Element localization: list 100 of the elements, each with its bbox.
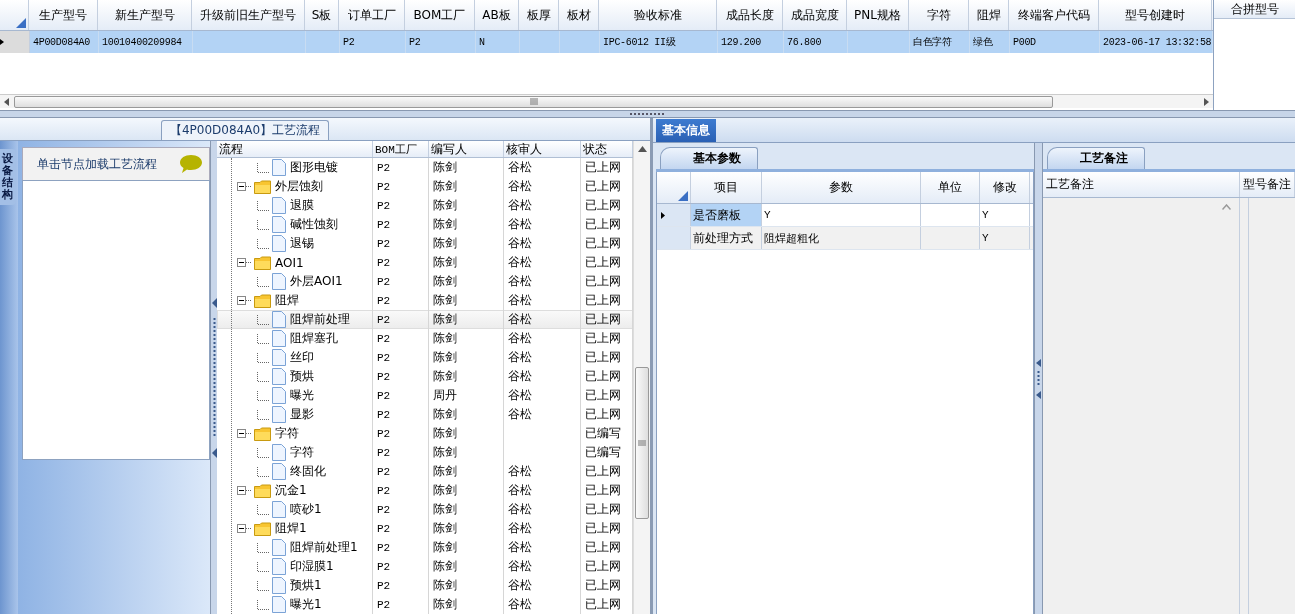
tree-item[interactable]: 预烘 (288, 368, 316, 385)
tree-item[interactable]: 显影 (288, 406, 316, 423)
side-tab[interactable]: 设备结构 (0, 149, 16, 206)
expander-icon[interactable] (237, 524, 252, 533)
column-header[interactable]: 型号创建时 (1099, 0, 1212, 30)
column-header[interactable]: 型号备注 (1240, 172, 1295, 197)
tree-item[interactable]: 碱性蚀刻 (288, 216, 340, 233)
folder-icon (254, 483, 271, 498)
tree-item[interactable]: 终固化 (288, 463, 328, 480)
table-cell: Y (980, 204, 1030, 226)
document-icon (272, 558, 286, 575)
tree-item[interactable]: 丝印 (288, 349, 316, 366)
column-header[interactable]: 升级前旧生产型号 (192, 0, 305, 30)
table-cell: 陈剑 (433, 463, 457, 480)
document-icon (272, 273, 286, 290)
table-cell: 陈剑 (433, 254, 457, 271)
expander-icon[interactable] (237, 182, 252, 191)
tree-item[interactable]: 预烘1 (288, 577, 324, 594)
document-icon (272, 463, 286, 480)
tree-item[interactable]: 曝光1 (288, 596, 324, 613)
table-cell: P2 (406, 31, 476, 53)
tab[interactable]: 工艺备注 (1047, 147, 1145, 169)
splitter[interactable] (210, 141, 217, 614)
tree-item[interactable]: 外层AOI1 (288, 273, 345, 290)
column-header[interactable]: 工艺备注 (1043, 172, 1240, 197)
column-header[interactable]: AB板 (475, 0, 519, 30)
tree-item[interactable]: 阻焊 (273, 292, 301, 309)
column-header[interactable]: 板材 (559, 0, 599, 30)
tree-item[interactable]: 退膜 (288, 197, 316, 214)
document-icon (272, 159, 286, 176)
column-header[interactable]: 终端客户代码 (1009, 0, 1099, 30)
tree-connector-icon (257, 200, 270, 211)
document-icon (272, 197, 286, 214)
tree-connector-icon (257, 447, 270, 458)
table-cell: P2 (377, 199, 391, 212)
scroll-right-icon[interactable] (1202, 97, 1210, 106)
column-header[interactable]: 验收标准 (599, 0, 717, 30)
table-cell: Y (762, 204, 921, 226)
row-header[interactable] (657, 204, 691, 226)
table-cell: 已上网 (585, 159, 621, 176)
document-icon (272, 387, 286, 404)
tree-item[interactable]: 外层蚀刻 (273, 178, 325, 195)
column-header[interactable]: PNL规格 (847, 0, 909, 30)
column-header[interactable]: 字符 (909, 0, 969, 30)
tree-item[interactable]: 阻焊1 (273, 520, 309, 537)
expander-icon[interactable] (237, 258, 252, 267)
tree-item[interactable]: 阻焊前处理 (288, 311, 352, 328)
tree-item[interactable]: 喷砂1 (288, 501, 324, 518)
column-header[interactable]: 编写人 (429, 141, 504, 157)
column-header[interactable]: 成品长度 (717, 0, 783, 30)
tree-item[interactable]: 阻焊前处理1 (288, 539, 360, 556)
tree-item[interactable]: AOI1 (273, 255, 306, 270)
column-header[interactable]: 单位 (921, 172, 980, 203)
table-cell: 已上网 (585, 558, 621, 575)
expander-icon[interactable] (237, 296, 252, 305)
expander-icon[interactable] (237, 486, 252, 495)
column-header[interactable]: 阻焊 (969, 0, 1009, 30)
table-cell: 前处理方式 (691, 227, 762, 249)
column-header[interactable]: 订单工厂 (339, 0, 405, 30)
scroll-left-icon[interactable] (3, 97, 11, 106)
column-header[interactable]: 成品宽度 (783, 0, 847, 30)
column-header[interactable]: S板 (305, 0, 339, 30)
tree-item[interactable]: 沉金1 (273, 482, 309, 499)
scrollbar-thumb[interactable] (635, 367, 649, 519)
table-cell: 陈剑 (433, 520, 457, 537)
column-header[interactable]: 核审人 (504, 141, 581, 157)
document-icon (272, 596, 286, 613)
tree-item[interactable]: 字符 (288, 444, 316, 461)
grip-icon (638, 439, 646, 447)
tree-item[interactable]: 字符 (273, 425, 301, 442)
column-header[interactable]: 流程 (217, 141, 373, 157)
expander-icon[interactable] (237, 429, 252, 438)
horizontal-scrollbar[interactable] (0, 94, 1213, 108)
table-cell: 谷松 (508, 292, 532, 309)
tree-connector-icon (257, 238, 270, 249)
table-cell: 谷松 (508, 558, 532, 575)
column-header[interactable]: BOM工厂 (373, 141, 429, 157)
tree-item[interactable]: 图形电镀 (288, 159, 340, 176)
table-cell: 谷松 (508, 311, 532, 328)
corner-icon (678, 191, 688, 201)
column-header[interactable]: 新生产型号 (98, 0, 192, 30)
tree-item[interactable]: 退锡 (288, 235, 316, 252)
column-header[interactable]: 生产型号 (29, 0, 98, 30)
column-header[interactable]: BOM工厂 (405, 0, 475, 30)
scroll-up-icon[interactable] (637, 146, 647, 152)
tree-item[interactable]: 曝光 (288, 387, 316, 404)
column-header[interactable]: 板厚 (519, 0, 559, 30)
vertical-scrollbar[interactable] (633, 141, 650, 614)
tree-item[interactable]: 阻焊塞孔 (288, 330, 340, 347)
column-header[interactable]: 参数 (762, 172, 921, 203)
panel-title: 【4P00D084A0】工艺流程 (160, 120, 330, 140)
tree-connector-icon (257, 276, 270, 287)
tree-connector-icon (257, 409, 270, 420)
tab[interactable]: 基本信息 (656, 119, 716, 142)
column-header[interactable]: 合拼型号 (1214, 0, 1295, 19)
scrollbar-thumb[interactable] (14, 95, 1053, 108)
tab[interactable]: 基本参数 (660, 147, 758, 169)
column-header[interactable]: 项目 (691, 172, 762, 203)
tree-item[interactable]: 印湿膜1 (288, 558, 336, 575)
column-header[interactable]: 修改 (980, 172, 1030, 203)
